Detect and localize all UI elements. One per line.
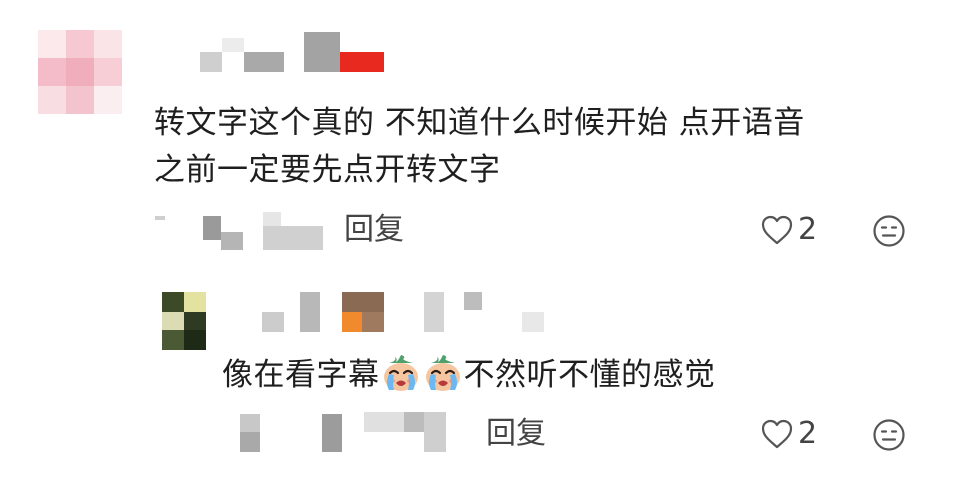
react-button[interactable] — [872, 214, 906, 252]
crying-face-emoji-icon — [425, 355, 460, 391]
like-count: 2 — [798, 212, 818, 247]
avatar[interactable] — [38, 30, 122, 114]
comment-body-line-1: 转文字这个真的 不知道什么时候开始 点开语音 — [154, 105, 805, 141]
like-button[interactable]: 2 — [760, 416, 817, 452]
comment-meta — [155, 210, 335, 250]
heart-outline-icon — [761, 215, 793, 245]
comment-meta — [240, 410, 490, 454]
expressionless-face-icon — [873, 215, 905, 247]
reply-body-text-end: 不然听不懂的感觉 — [463, 357, 716, 393]
comment-body-line-2: 之前一定要先点开转文字 — [154, 152, 501, 188]
react-button[interactable] — [872, 418, 906, 456]
username[interactable] — [260, 290, 550, 334]
reply-button[interactable]: 回复 — [486, 416, 546, 452]
like-count: 2 — [798, 416, 818, 451]
avatar[interactable] — [162, 292, 206, 350]
username[interactable] — [200, 30, 390, 74]
expressionless-face-icon — [873, 419, 905, 451]
like-button[interactable]: 2 — [760, 212, 817, 248]
reply-button[interactable]: 回复 — [344, 212, 404, 248]
heart-outline-icon — [761, 419, 793, 449]
crying-face-emoji-icon — [383, 355, 418, 391]
reply-body: 像在看字幕 不然听不懂的感觉 — [222, 352, 716, 398]
reply-body-text-start: 像在看字幕 — [222, 357, 380, 393]
